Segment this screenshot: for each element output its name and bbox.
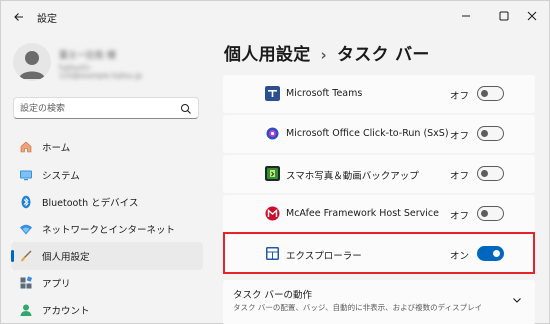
apps-icon — [20, 276, 33, 289]
list-item: エクスプローラー オン — [223, 235, 535, 273]
search-input[interactable] — [20, 101, 170, 116]
title-bar: 設定 — [1, 1, 549, 33]
sidebar-item-label: ホーム — [42, 143, 71, 154]
monitor-icon — [20, 170, 32, 181]
maximize-icon — [499, 11, 509, 21]
app-name: Microsoft Office Click-to-Run (SxS) — [286, 128, 449, 139]
section-title: タスク バーの動作 — [233, 290, 313, 301]
toggle-state-label: オフ — [450, 131, 470, 142]
toggle-state-label: オフ — [450, 91, 470, 102]
toggle-knob — [493, 250, 500, 257]
toggle-switch[interactable] — [477, 246, 504, 261]
toggle-switch[interactable] — [477, 126, 504, 141]
toggle-state-label: オフ — [450, 211, 470, 222]
sidebar-item-label: アプリ — [42, 279, 71, 290]
window-title: 設定 — [37, 14, 57, 25]
sidebar-item-apps[interactable]: アプリ — [11, 269, 203, 297]
sidebar-item-network[interactable]: ネットワークとインターネット — [11, 215, 203, 243]
office-icon — [265, 126, 280, 141]
sidebar-item-system[interactable]: システム — [11, 161, 203, 189]
minimize-icon — [462, 15, 470, 17]
back-button[interactable] — [9, 7, 29, 27]
search-box[interactable] — [13, 97, 199, 119]
user-silhouette-icon — [19, 51, 45, 79]
sidebar-item-bluetooth[interactable]: Bluetooth とデバイス — [11, 188, 203, 216]
toggle-knob — [481, 90, 488, 97]
sidebar-item-personalization[interactable]: 個人用設定 — [11, 242, 203, 270]
selection-indicator — [11, 250, 14, 262]
list-item: McAfee Framework Host Service オフ — [223, 195, 535, 233]
list-item: Microsoft Teams オフ — [223, 75, 535, 113]
teams-icon — [265, 86, 280, 101]
app-name: スマホ写真＆動画バックアップ — [286, 171, 419, 182]
toggle-state-label: オフ — [450, 171, 470, 182]
breadcrumb-separator: › — [320, 46, 327, 64]
brush-icon — [21, 250, 32, 262]
explorer-icon — [266, 247, 279, 260]
close-button[interactable] — [513, 3, 550, 29]
sidebar-item-accounts[interactable]: アカウント — [11, 296, 203, 324]
mcafee-icon — [265, 206, 280, 221]
toggle-switch[interactable] — [477, 86, 504, 101]
avatar[interactable] — [13, 43, 51, 81]
breadcrumb: 個人用設定 › タスク バー — [224, 40, 430, 65]
app-name: McAfee Framework Host Service — [286, 208, 440, 219]
toggle-state-label: オン — [450, 251, 470, 262]
sidebar-item-label: 個人用設定 — [42, 252, 90, 263]
back-arrow-icon — [14, 13, 23, 21]
breadcrumb-parent[interactable]: 個人用設定 — [224, 45, 311, 65]
profile-email: fujitsu01-123@example.fujitsu.jp — [59, 64, 142, 80]
section-description: タスク バーの配置、バッジ、自動的に非表示、および複数のディスプレイ — [233, 303, 483, 312]
toggle-switch[interactable] — [477, 206, 504, 221]
sidebar-item-label: アカウント — [42, 306, 90, 317]
toggle-switch[interactable] — [477, 166, 504, 181]
close-icon — [527, 11, 537, 21]
wifi-icon — [20, 224, 32, 235]
page-title: タスク バー — [336, 45, 430, 65]
minimize-button[interactable] — [447, 3, 485, 29]
photo-backup-icon — [265, 166, 280, 181]
app-name: エクスプローラー — [286, 251, 362, 262]
profile-name: 富士一比佐 様 — [59, 51, 116, 61]
account-icon — [20, 304, 32, 316]
sidebar-item-label: Bluetooth とデバイス — [42, 198, 139, 209]
taskbar-behaviors-section[interactable]: タスク バーの動作 タスク バーの配置、バッジ、自動的に非表示、および複数のディ… — [223, 280, 535, 324]
toggle-knob — [481, 210, 488, 217]
toggle-knob — [481, 170, 488, 177]
home-icon — [20, 141, 32, 153]
chevron-down-icon[interactable] — [511, 294, 523, 306]
list-item: スマホ写真＆動画バックアップ オフ — [223, 155, 535, 193]
sidebar-item-home[interactable]: ホーム — [11, 133, 203, 161]
toggle-knob — [481, 130, 488, 137]
bluetooth-icon — [21, 195, 31, 209]
settings-window: 設定 富士一比佐 様 fujitsu01-123@example.fujitsu… — [0, 0, 550, 324]
sidebar-item-label: システム — [42, 171, 80, 182]
sidebar-item-label: ネットワークとインターネット — [42, 225, 176, 236]
app-name: Microsoft Teams — [286, 88, 363, 99]
list-item: Microsoft Office Click-to-Run (SxS) オフ — [223, 115, 535, 153]
search-icon[interactable] — [180, 103, 192, 115]
